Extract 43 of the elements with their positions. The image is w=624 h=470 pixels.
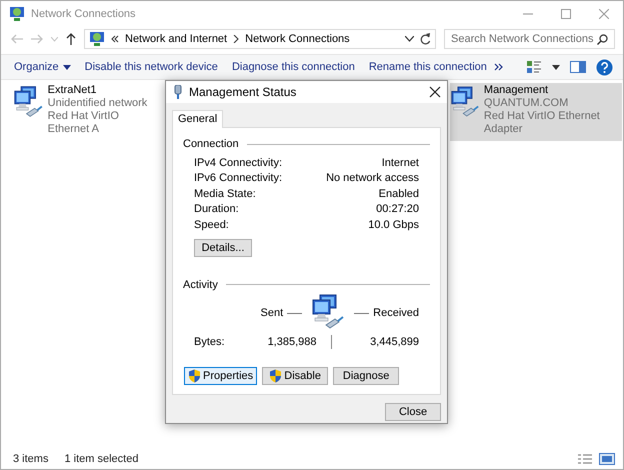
tab[interactable]: General [172, 110, 224, 128]
dialog-title: Management Status [189, 85, 298, 99]
section-heading: Activity [183, 278, 218, 290]
window-title: Network Connections [31, 8, 137, 20]
field-label: IPv6 Connectivity: [194, 172, 282, 184]
received-label: Received [373, 307, 419, 319]
field-label: IPv4 Connectivity: [194, 156, 282, 169]
field-value: 10.0 Gbps [368, 218, 419, 231]
search-field[interactable]: Search Network Connections [444, 29, 615, 49]
toolbar-button[interactable]: Diagnose this connection [224, 56, 362, 78]
field-label: Media State: [194, 188, 256, 200]
toolbar-menu-button[interactable]: Organize [7, 56, 78, 78]
sent-label: Sent [260, 307, 284, 319]
breadcrumb[interactable]: Network and Internet [125, 33, 228, 45]
action-button[interactable]: Properties [184, 366, 258, 384]
received-bytes: 3,445,899 [369, 336, 419, 348]
field-value: Internet [382, 156, 419, 169]
selection-count: 1 item selected [64, 453, 138, 465]
details-button[interactable]: Details... [194, 238, 252, 256]
field-value: Enabled [378, 188, 419, 200]
bytes-label: Bytes: [194, 336, 226, 348]
address-bar[interactable]: Network and Internet Network Connections [84, 29, 436, 49]
section-heading: Connection [183, 138, 239, 150]
connection-name: ExtraNet1 [48, 84, 98, 97]
close-button[interactable]: Close [385, 403, 441, 421]
field-label: Duration: [194, 203, 239, 216]
sent-bytes: 1,385,988 [266, 336, 316, 348]
item-count: 3 items [13, 453, 48, 465]
toolbar-button[interactable]: Rename this connection [362, 56, 494, 78]
action-button[interactable]: Disable [262, 366, 328, 384]
connection-status: QUANTUM.COM [484, 97, 570, 110]
field-value: No network access [326, 172, 419, 184]
connection-name: Management [484, 84, 550, 97]
connection-item[interactable]: Management QUANTUM.COM Red Hat VirtIO Ethernet Adapter [450, 83, 622, 141]
toolbar-button[interactable]: Disable this network device [78, 56, 225, 78]
connection-item[interactable]: ExtraNet1 Unidentified network Red Hat VirtIO Ethernet A [13, 83, 161, 141]
breadcrumb[interactable]: Network Connections [245, 33, 350, 45]
field-label: Speed: [194, 218, 229, 231]
adapter-name: Red Hat VirtIO Ethernet A [48, 110, 120, 136]
action-button[interactable]: Diagnose [333, 366, 400, 384]
field-value: 00:27:20 [376, 203, 419, 216]
adapter-name: Red Hat VirtIO Ethernet Adapter [484, 110, 601, 136]
connection-status: Unidentified network [48, 97, 148, 110]
